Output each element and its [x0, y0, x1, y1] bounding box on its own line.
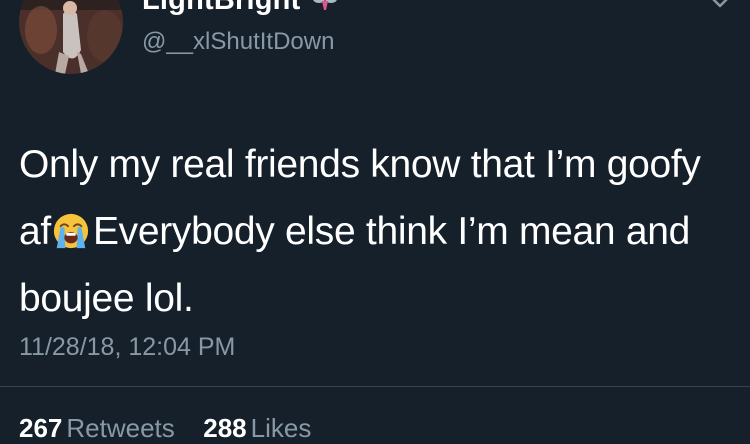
tweet-segment: af — [19, 210, 51, 253]
avatar-image — [19, 0, 123, 74]
display-name-text: LightBright — [142, 0, 300, 16]
tweet-line: af Everybody else think I’m mean and — [19, 198, 734, 265]
tweet-timestamp[interactable]: 11/28/18, 12:04 PM — [19, 333, 235, 362]
retweets-label: Retweets — [66, 413, 174, 443]
tweet-line: Only my real friends know that I’m goofy — [19, 131, 734, 198]
likes-label: Likes — [251, 413, 312, 443]
display-name[interactable]: LightBright — [142, 0, 337, 17]
avatar[interactable] — [19, 0, 123, 74]
loudly-crying-face-icon — [52, 212, 90, 250]
likes-count: 288 — [203, 413, 246, 443]
chevron-down-icon[interactable] — [708, 0, 732, 12]
tweet-text: Only my real friends know that I’m goofy… — [19, 131, 734, 332]
divider — [0, 386, 750, 387]
fairy-emoji-icon — [313, 0, 337, 11]
retweets-stat[interactable]: 267Retweets — [19, 413, 182, 443]
likes-stat[interactable]: 288Likes — [203, 413, 311, 443]
retweets-count: 267 — [19, 413, 62, 443]
user-handle[interactable]: @__xlShutItDown — [142, 28, 334, 56]
tweet-stats: 267Retweets 288Likes — [19, 413, 311, 444]
tweet-segment: Everybody else think I’m mean and — [93, 210, 690, 253]
tweet-line: boujee lol. — [19, 265, 734, 332]
